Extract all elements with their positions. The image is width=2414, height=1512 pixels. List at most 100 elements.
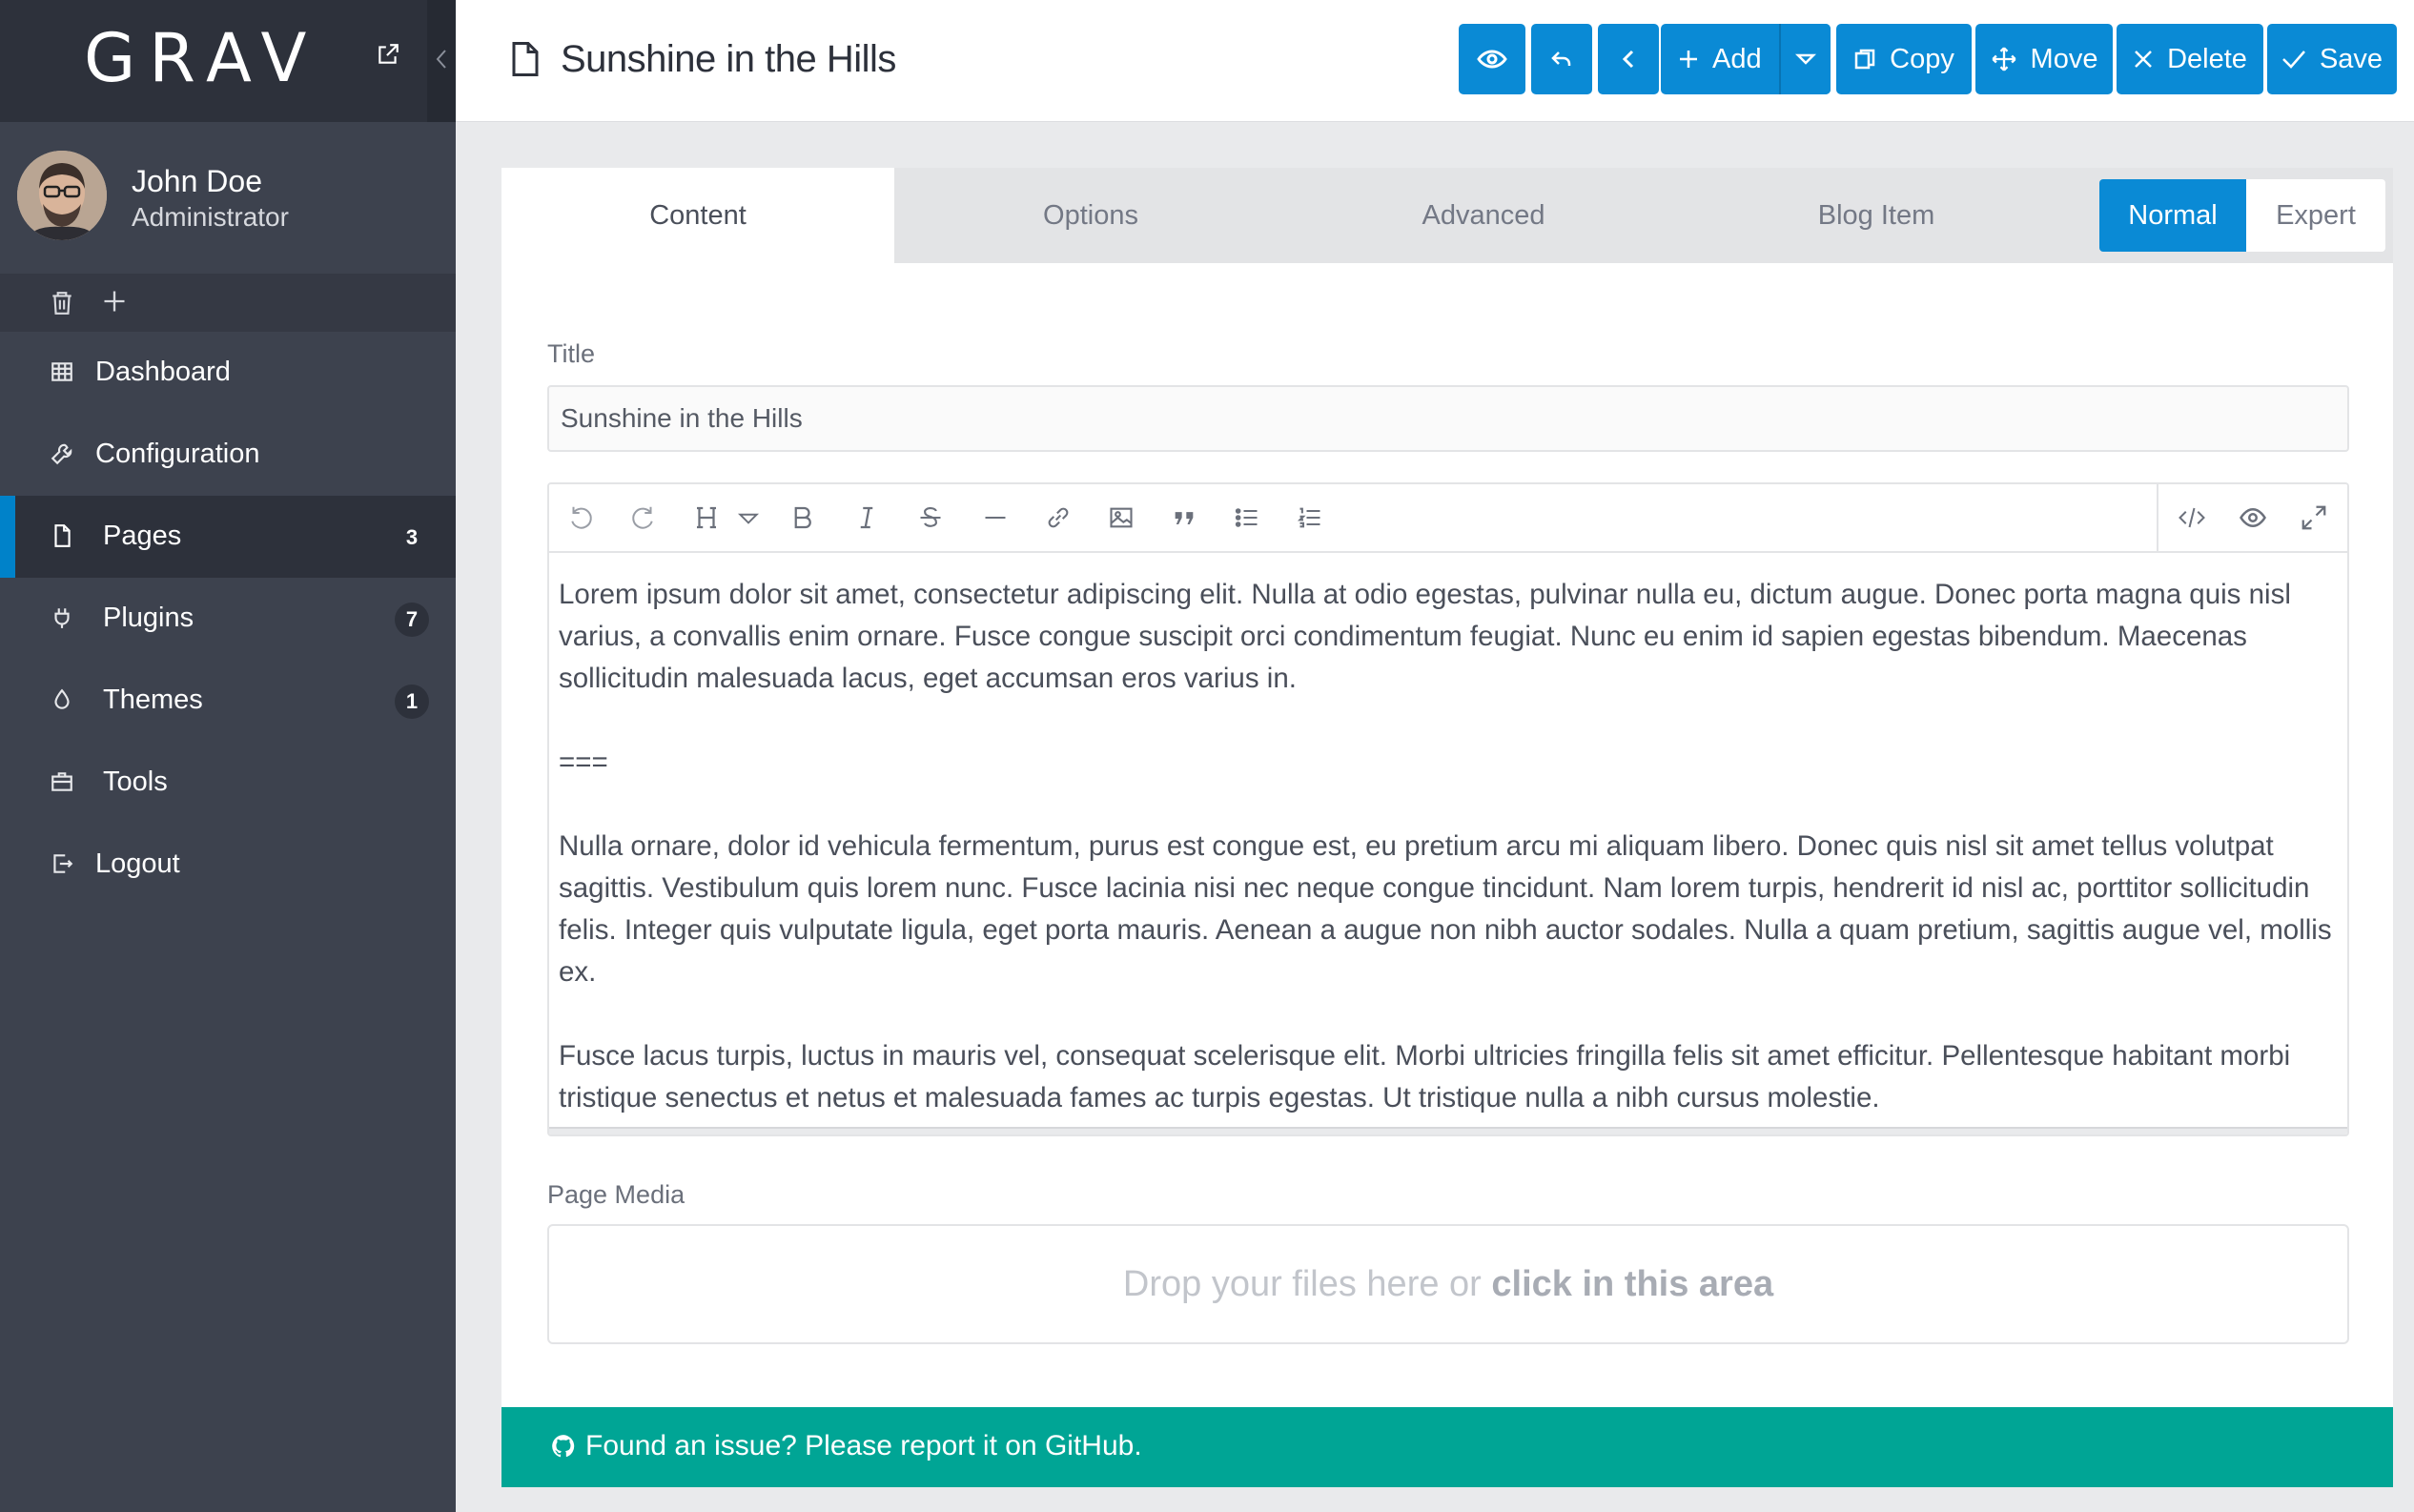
sidebar-item-pages[interactable]: Pages 3 — [0, 496, 456, 578]
sidebar-item-configuration[interactable]: Configuration — [0, 414, 456, 496]
bullet-list-icon[interactable] — [1234, 503, 1264, 534]
expand-icon[interactable] — [2300, 503, 2330, 534]
undo-icon[interactable] — [566, 503, 597, 534]
editor-resize-handle[interactable] — [549, 1127, 2347, 1134]
arrows-icon — [1992, 47, 2016, 72]
mode-toggle: Normal Expert — [2099, 179, 2385, 252]
dropzone-link[interactable]: click in this area — [1491, 1264, 1773, 1304]
italic-icon[interactable] — [854, 503, 885, 534]
redo-icon[interactable] — [629, 503, 660, 534]
file-icon — [50, 523, 76, 550]
trash-icon[interactable] — [50, 290, 74, 321]
sidebar-item-tools[interactable]: Tools — [0, 742, 456, 824]
eye-icon[interactable] — [2239, 503, 2269, 534]
code-icon[interactable] — [2178, 503, 2208, 534]
external-link-icon[interactable] — [376, 42, 404, 71]
delete-button-label: Delete — [2167, 43, 2247, 74]
add-dropdown-toggle[interactable] — [1779, 24, 1831, 94]
sidebar-nav: Dashboard Configuration Pages 3 Plugins … — [0, 332, 456, 906]
horizontal-rule-icon[interactable] — [982, 503, 1013, 534]
sidebar-item-label: Themes — [103, 684, 203, 715]
sidebar-item-label: Configuration — [95, 439, 260, 469]
delete-button[interactable]: Delete — [2117, 24, 2263, 94]
sidebar-item-dashboard[interactable]: Dashboard — [0, 332, 456, 414]
revert-button[interactable] — [1531, 24, 1592, 94]
close-icon — [2135, 51, 2152, 68]
tab-options[interactable]: Options — [894, 168, 1287, 263]
heading-icon[interactable] — [694, 503, 725, 534]
sidebar-item-label: Logout — [95, 848, 180, 879]
mode-expert-button[interactable]: Expert — [2246, 179, 2385, 252]
eye-icon — [1477, 50, 1507, 69]
user-card[interactable]: John Doe Administrator — [0, 122, 456, 275]
plugins-count-badge: 7 — [395, 603, 429, 637]
title-input[interactable] — [547, 385, 2349, 452]
bold-icon[interactable] — [789, 503, 820, 534]
grav-logo[interactable]: GRAV — [84, 19, 319, 97]
move-button[interactable]: Move — [1975, 24, 2113, 94]
sidebar-item-label: Pages — [103, 521, 182, 551]
editor-paragraph: Nulla ornare, dolor id vehicula fermentu… — [559, 830, 2332, 988]
sidebar-item-plugins[interactable]: Plugins 7 — [0, 578, 456, 660]
github-issue-bar[interactable]: Found an issue? Please report it on GitH… — [501, 1407, 2393, 1487]
dropzone-text: Drop your files here or — [1122, 1264, 1492, 1304]
mode-normal-button[interactable]: Normal — [2099, 179, 2246, 252]
editor-content[interactable]: Lorem ipsum dolor sit amet, consectetur … — [549, 553, 2347, 1134]
copy-button-label: Copy — [1890, 43, 1954, 74]
plus-icon[interactable] — [101, 288, 128, 319]
move-button-label: Move — [2030, 43, 2098, 74]
page-title: Sunshine in the Hills — [561, 38, 896, 80]
briefcase-icon — [50, 769, 76, 796]
add-button-label: Add — [1712, 43, 1762, 74]
copy-icon — [1854, 49, 1875, 70]
sidebar-item-label: Tools — [103, 766, 168, 797]
wrench-icon — [50, 441, 76, 468]
image-icon[interactable] — [1108, 503, 1138, 534]
markdown-editor: Lorem ipsum dolor sit amet, consectetur … — [547, 482, 2349, 1136]
back-button[interactable] — [1598, 24, 1659, 94]
top-bar: Sunshine in the Hills Add Copy Move Dele… — [456, 0, 2414, 122]
tabs-bar: Content Options Advanced Blog Item Norma… — [501, 168, 2393, 263]
table-icon — [50, 359, 76, 386]
sign-out-icon — [50, 851, 76, 878]
file-icon — [511, 42, 540, 81]
sidebar: GRAV John Doe Administrator Dashboard Co… — [0, 0, 456, 1512]
page-media-label: Page Media — [547, 1180, 685, 1209]
numbered-list-icon[interactable] — [1297, 503, 1327, 534]
caret-down-icon — [1795, 53, 1816, 65]
tab-advanced[interactable]: Advanced — [1287, 168, 1680, 263]
tab-content[interactable]: Content — [501, 168, 894, 263]
user-name: John Doe — [132, 164, 262, 198]
sidebar-item-themes[interactable]: Themes 1 — [0, 660, 456, 742]
tab-blog-item[interactable]: Blog Item — [1680, 168, 2073, 263]
check-icon — [2282, 51, 2305, 69]
quote-icon[interactable] — [1171, 503, 1201, 534]
link-icon[interactable] — [1045, 503, 1075, 534]
editor-paragraph: Fusce lacus turpis, luctus in mauris vel… — [559, 1040, 2291, 1114]
copy-button[interactable]: Copy — [1836, 24, 1972, 94]
editor-paragraph: Lorem ipsum dolor sit amet, consectetur … — [559, 579, 2291, 694]
quick-actions-bar — [0, 275, 456, 332]
page-editor-card: Content Options Advanced Blog Item Norma… — [501, 168, 2393, 1487]
plus-icon — [1680, 51, 1697, 68]
avatar — [17, 151, 107, 240]
user-role: Administrator — [132, 202, 289, 232]
sidebar-item-logout[interactable]: Logout — [0, 824, 456, 906]
sidebar-collapse-button[interactable] — [427, 0, 456, 122]
sidebar-item-label: Dashboard — [95, 357, 231, 387]
github-icon — [551, 1434, 576, 1466]
plug-icon — [50, 605, 76, 632]
logo-bar: GRAV — [0, 0, 456, 122]
chevron-left-icon — [1622, 50, 1634, 69]
save-button[interactable]: Save — [2267, 24, 2397, 94]
editor-view-controls — [2157, 484, 2347, 551]
strikethrough-icon[interactable] — [917, 503, 948, 534]
sidebar-item-label: Plugins — [103, 603, 194, 633]
media-dropzone[interactable]: Drop your files here or click in this ar… — [547, 1224, 2349, 1344]
reply-icon — [1551, 51, 1571, 66]
title-label: Title — [547, 339, 596, 368]
editor-separator: === — [559, 746, 608, 778]
preview-button[interactable] — [1459, 24, 1525, 94]
pages-count-badge: 3 — [405, 525, 419, 549]
caret-down-icon[interactable] — [736, 503, 767, 534]
